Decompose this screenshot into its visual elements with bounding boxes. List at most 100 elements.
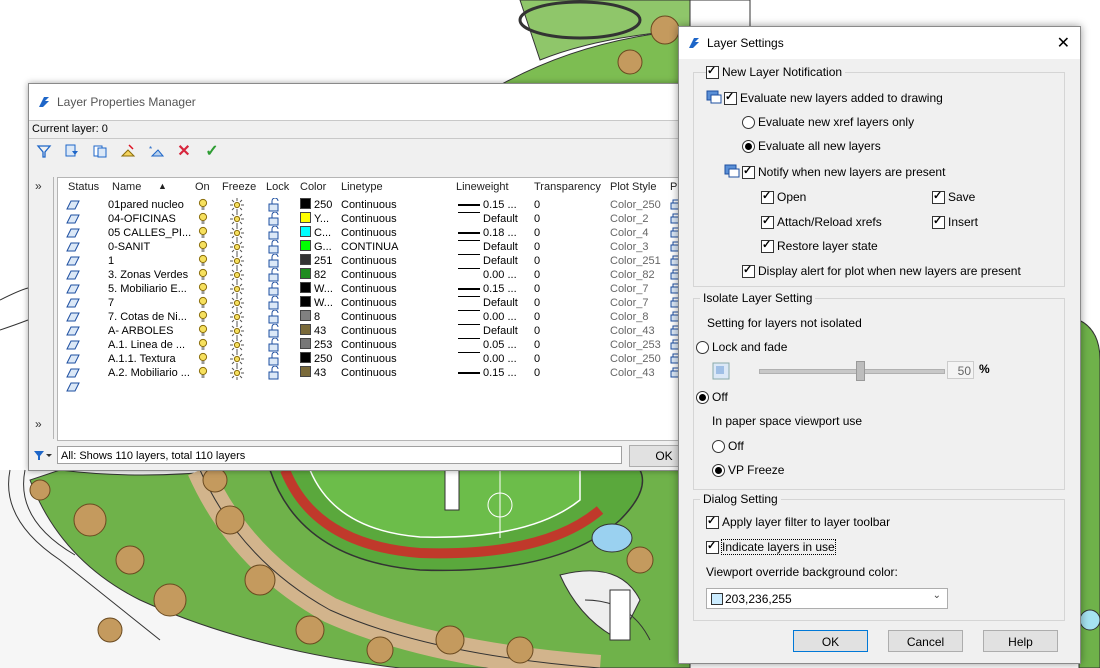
unlock-icon[interactable] [268,352,280,366]
lightbulb-on-icon[interactable] [198,254,208,268]
apply-filter-checkbox[interactable]: Apply layer filter to layer toolbar [706,514,890,529]
indicate-in-use-checkbox[interactable]: Indicate layers in use [706,539,836,555]
layer-lineweight[interactable]: 0.18 ... [483,226,517,240]
table-row[interactable]: 0-SANIT G... CONTINUA Default 0 Color_3 [58,240,700,254]
lightbulb-on-icon[interactable] [198,324,208,338]
layer-color-swatch[interactable] [300,212,311,223]
delete-layer-icon[interactable]: ✕ [175,142,193,160]
col-name[interactable]: Name [112,181,141,193]
layer-name[interactable]: 0-SANIT [108,240,150,254]
lightbulb-on-icon[interactable] [198,338,208,352]
new-layer-vp-frozen-icon[interactable]: * [147,142,165,160]
unlock-icon[interactable] [268,198,280,212]
lpm-titlebar[interactable]: Layer Properties Manager [29,84,699,120]
layer-name[interactable]: 5. Mobiliario E... [108,282,187,296]
unlock-icon[interactable] [268,324,280,338]
layer-lineweight[interactable]: 0.15 ... [483,198,517,212]
layer-transparency[interactable]: 0 [534,198,540,212]
lock-and-fade-radio[interactable]: Lock and fade [696,340,787,354]
evaluate-new-layers-checkbox[interactable]: Evaluate new layers added to drawing [724,90,943,105]
layer-linetype[interactable]: Continuous [341,212,397,226]
lightbulb-on-icon[interactable] [198,212,208,226]
ls-titlebar[interactable]: Layer Settings ✕ [679,27,1080,59]
expand-filter-tree-icon[interactable]: » [35,179,42,193]
table-row[interactable]: A- ARBOLES 43 Continuous Default 0 Color_43 [58,324,700,338]
sun-thaw-icon[interactable] [230,296,244,310]
off-radio[interactable]: Off [696,390,728,404]
set-current-icon[interactable]: ✓ [203,142,221,160]
layer-transparency[interactable]: 0 [534,296,540,310]
sun-thaw-icon[interactable] [230,366,244,380]
layer-transparency[interactable]: 0 [534,226,540,240]
table-row[interactable]: 01pared nucleo 250 Continuous 0.15 ... 0 Colo… [58,198,700,212]
lightbulb-on-icon[interactable] [198,366,208,380]
layer-name[interactable]: A.1. Linea de ... [108,338,185,352]
sun-thaw-icon[interactable] [230,212,244,226]
layer-name[interactable]: A- ARBOLES [108,324,173,338]
new-property-filter-icon[interactable] [35,142,53,160]
help-button[interactable]: Help [983,630,1058,652]
table-row[interactable]: 3. Zonas Verdes 82 Continuous 0.00 ... 0 Colo… [58,268,700,282]
layer-name[interactable]: 7. Cotas de Ni... [108,310,187,324]
layer-color-swatch[interactable] [300,352,311,363]
layer-transparency[interactable]: 0 [534,324,540,338]
layer-name[interactable]: A.1.1. Textura [108,352,176,366]
unlock-icon[interactable] [268,240,280,254]
new-layer-icon[interactable] [119,142,137,160]
evaluate-xref-only-radio[interactable]: Evaluate new xref layers only [742,115,914,129]
filter-panel-collapsed[interactable]: » » [29,177,54,439]
attach-reload-xrefs-checkbox[interactable]: Attach/Reload xrefs [761,214,882,229]
layer-transparency[interactable]: 0 [534,282,540,296]
col-lock[interactable]: Lock [266,181,289,193]
col-linetype[interactable]: Linetype [341,181,383,193]
layer-lineweight[interactable]: Default [483,254,518,268]
layer-color-swatch[interactable] [300,282,311,293]
lightbulb-on-icon[interactable] [198,282,208,296]
unlock-icon[interactable] [268,282,280,296]
table-row[interactable]: 7 W... Continuous Default 0 Color_7 [58,296,700,310]
layer-states-manager-icon[interactable] [91,142,109,160]
lightbulb-on-icon[interactable] [198,352,208,366]
new-group-filter-icon[interactable] [63,142,81,160]
sun-thaw-icon[interactable] [230,282,244,296]
layer-transparency[interactable]: 0 [534,254,540,268]
table-row[interactable]: 1 251 Continuous Default 0 Color_251 [58,254,700,268]
sun-thaw-icon[interactable] [230,226,244,240]
layer-name[interactable]: 04-OFICINAS [108,212,176,226]
layer-color-swatch[interactable] [300,366,311,377]
layer-linetype[interactable]: Continuous [341,296,397,310]
col-plot-style[interactable]: Plot Style [610,181,656,193]
col-status[interactable]: Status [68,181,99,193]
fade-value-input[interactable]: 50 [947,361,974,379]
col-on[interactable]: On [195,181,210,193]
layer-name[interactable]: 05 CALLES_PI... [108,226,191,240]
table-row[interactable]: 05 CALLES_PI... C... Continuous 0.18 ... 0 Co… [58,226,700,240]
open-checkbox[interactable]: Open [761,189,806,204]
col-freeze[interactable]: Freeze [222,181,256,193]
layer-name[interactable]: 1 [108,254,114,268]
layer-linetype[interactable]: Continuous [341,198,397,212]
layer-transparency[interactable]: 0 [534,212,540,226]
layer-name[interactable]: A.2. Mobiliario ... [108,366,190,380]
layer-linetype[interactable]: Continuous [341,324,397,338]
viewport-bg-color-select[interactable]: 203,236,255 ⌄ [706,588,948,609]
layer-transparency[interactable]: 0 [534,310,540,324]
sun-thaw-icon[interactable] [230,198,244,212]
layer-lineweight[interactable]: 0.15 ... [483,366,517,380]
table-row[interactable]: A.1. Linea de ... 253 Continuous 0.05 ... 0 C… [58,338,700,352]
unlock-icon[interactable] [268,226,280,240]
sun-thaw-icon[interactable] [230,310,244,324]
unlock-icon[interactable] [268,254,280,268]
restore-layer-state-checkbox[interactable]: Restore layer state [761,238,878,253]
sun-thaw-icon[interactable] [230,254,244,268]
layer-color-swatch[interactable] [300,324,311,335]
layer-lineweight[interactable]: 0.05 ... [483,338,517,352]
layer-lineweight[interactable]: 0.00 ... [483,268,517,282]
layer-linetype[interactable]: Continuous [341,310,397,324]
insert-checkbox[interactable]: Insert [932,214,978,229]
expand-filter-tree-bottom-icon[interactable]: » [35,417,42,431]
sun-thaw-icon[interactable] [230,268,244,282]
layer-linetype[interactable]: CONTINUA [341,240,398,254]
fade-slider-thumb[interactable] [856,361,865,381]
layer-color-swatch[interactable] [300,268,311,279]
